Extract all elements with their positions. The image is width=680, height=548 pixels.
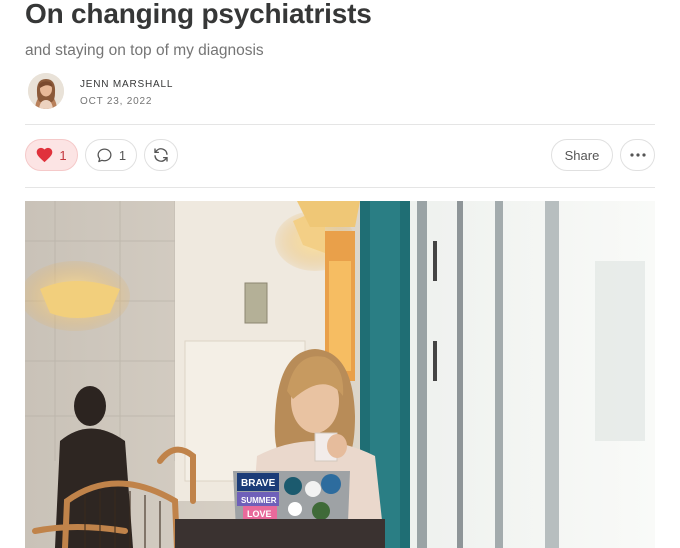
post-date: OCT 23, 2022 [80,96,153,107]
heart-icon [36,147,53,163]
post-subtitle: and staying on top of my diagnosis [25,42,264,59]
share-button[interactable]: Share [551,139,613,171]
sticker-brave: BRAVE [241,478,276,489]
sticker-summer: SUMMER [241,496,277,505]
share-label: Share [564,147,600,163]
byline: JENN MARSHALL OCT 23, 2022 [25,73,655,111]
comment-button[interactable]: 1 [85,139,137,171]
ellipsis-icon [629,153,646,157]
like-count: 1 [59,147,67,163]
author-avatar[interactable] [28,73,64,109]
more-options-button[interactable] [620,139,655,171]
divider-top [25,124,655,125]
post-title: On changing psychiatrists [25,0,372,29]
restack-icon [152,146,170,164]
comment-count: 1 [118,147,127,163]
comment-bubble-icon [96,147,113,164]
author-name[interactable]: JENN MARSHALL [80,79,173,90]
divider-bottom [25,187,655,188]
hero-image[interactable]: BRAVE SUMMER LOVE [25,201,655,548]
restack-button[interactable] [144,139,178,171]
sticker-love: LOVE [247,509,272,519]
like-button[interactable]: 1 [25,139,78,171]
